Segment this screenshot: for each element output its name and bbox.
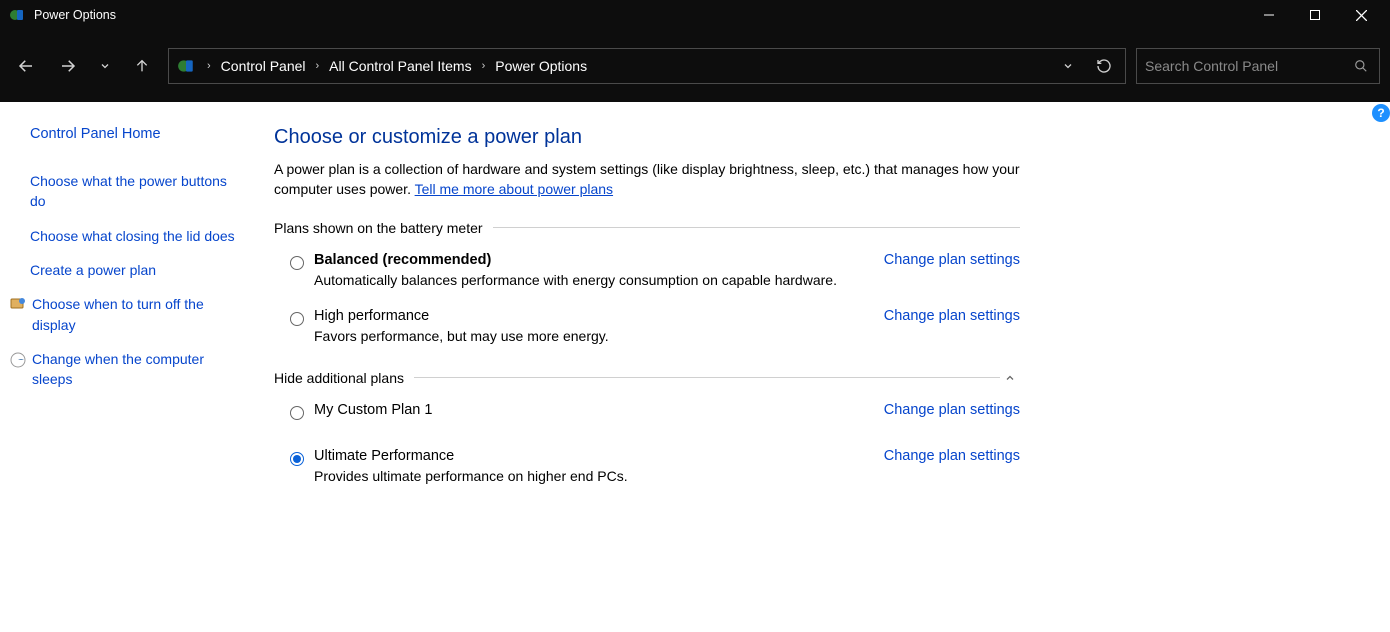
content-area: ? Control Panel Home Choose what the pow… — [0, 102, 1390, 632]
plan-radio-selected[interactable] — [290, 452, 304, 466]
help-icon[interactable]: ? — [1372, 104, 1390, 122]
collapse-icon[interactable] — [1000, 372, 1020, 384]
address-icon — [175, 55, 197, 77]
sidebar-item-turn-off-display[interactable]: Choose when to turn off the display — [30, 294, 246, 335]
divider — [493, 227, 1020, 228]
plan-ultimate-performance: Ultimate Performance Change plan setting… — [274, 438, 1020, 502]
plan-description: Favors performance, but may use more ene… — [314, 328, 1020, 344]
desc-text: A power plan is a collection of hardware… — [274, 161, 1020, 197]
section-battery-meter: Plans shown on the battery meter — [274, 220, 1020, 236]
divider — [414, 377, 1000, 378]
sidebar-home[interactable]: Control Panel Home — [30, 124, 246, 145]
sidebar-item-closing-lid[interactable]: Choose what closing the lid does — [30, 226, 246, 246]
plan-high-performance: High performance Change plan settings Fa… — [274, 306, 1020, 362]
plan-custom-1: My Custom Plan 1 Change plan settings — [274, 400, 1020, 438]
plan-description: Provides ultimate performance on higher … — [314, 468, 1020, 484]
chevron-right-icon[interactable]: › — [203, 60, 215, 72]
change-plan-settings-link[interactable]: Change plan settings — [884, 448, 1020, 464]
back-button[interactable] — [10, 50, 42, 82]
change-plan-settings-link[interactable]: Change plan settings — [884, 402, 1020, 418]
plan-name: High performance — [314, 308, 429, 324]
chevron-right-icon[interactable]: › — [478, 60, 490, 72]
display-icon — [10, 297, 26, 313]
titlebar: Power Options — [0, 0, 1390, 30]
learn-more-link[interactable]: Tell me more about power plans — [415, 181, 613, 197]
plan-radio[interactable] — [290, 406, 304, 420]
forward-button[interactable] — [52, 50, 84, 82]
recent-locations-button[interactable] — [94, 50, 116, 82]
search-bar[interactable] — [1136, 48, 1380, 84]
close-button[interactable] — [1338, 0, 1384, 30]
page-heading: Choose or customize a power plan — [274, 126, 1020, 149]
section-label: Plans shown on the battery meter — [274, 220, 483, 236]
breadcrumb-all-items[interactable]: All Control Panel Items — [329, 58, 471, 74]
sidebar-item-power-buttons[interactable]: Choose what the power buttons do — [30, 171, 246, 212]
address-bar[interactable]: › Control Panel › All Control Panel Item… — [168, 48, 1126, 84]
breadcrumb-control-panel[interactable]: Control Panel — [221, 58, 306, 74]
plan-name: Ultimate Performance — [314, 448, 454, 464]
plan-radio[interactable] — [290, 312, 304, 326]
up-button[interactable] — [126, 50, 158, 82]
minimize-button[interactable] — [1246, 0, 1292, 30]
page-description: A power plan is a collection of hardware… — [274, 159, 1020, 200]
breadcrumb-power-options[interactable]: Power Options — [495, 58, 587, 74]
refresh-button[interactable] — [1089, 58, 1119, 74]
section-label: Hide additional plans — [274, 370, 404, 386]
address-dropdown-button[interactable] — [1053, 60, 1083, 72]
sidebar-item-label: Choose when to turn off the display — [32, 294, 246, 335]
window-title: Power Options — [34, 8, 116, 22]
search-icon[interactable] — [1351, 59, 1371, 73]
plan-description: Automatically balances performance with … — [314, 272, 1020, 288]
plan-name: Balanced (recommended) — [314, 252, 491, 268]
plan-radio[interactable] — [290, 256, 304, 270]
sidebar-item-create-plan[interactable]: Create a power plan — [30, 260, 246, 280]
plan-balanced: Balanced (recommended) Change plan setti… — [274, 250, 1020, 306]
sidebar-item-computer-sleeps[interactable]: Change when the computer sleeps — [30, 349, 246, 390]
section-additional-plans[interactable]: Hide additional plans — [274, 370, 1020, 386]
app-icon — [8, 6, 26, 24]
chevron-right-icon[interactable]: › — [312, 60, 324, 72]
sidebar: Control Panel Home Choose what the power… — [0, 102, 260, 632]
maximize-button[interactable] — [1292, 0, 1338, 30]
navbar: › Control Panel › All Control Panel Item… — [0, 30, 1390, 102]
main-panel: Choose or customize a power plan A power… — [260, 102, 1020, 632]
sleep-icon — [10, 352, 26, 368]
plan-name: My Custom Plan 1 — [314, 402, 432, 418]
search-input[interactable] — [1145, 58, 1351, 74]
change-plan-settings-link[interactable]: Change plan settings — [884, 308, 1020, 324]
sidebar-item-label: Change when the computer sleeps — [32, 349, 246, 390]
change-plan-settings-link[interactable]: Change plan settings — [884, 252, 1020, 268]
